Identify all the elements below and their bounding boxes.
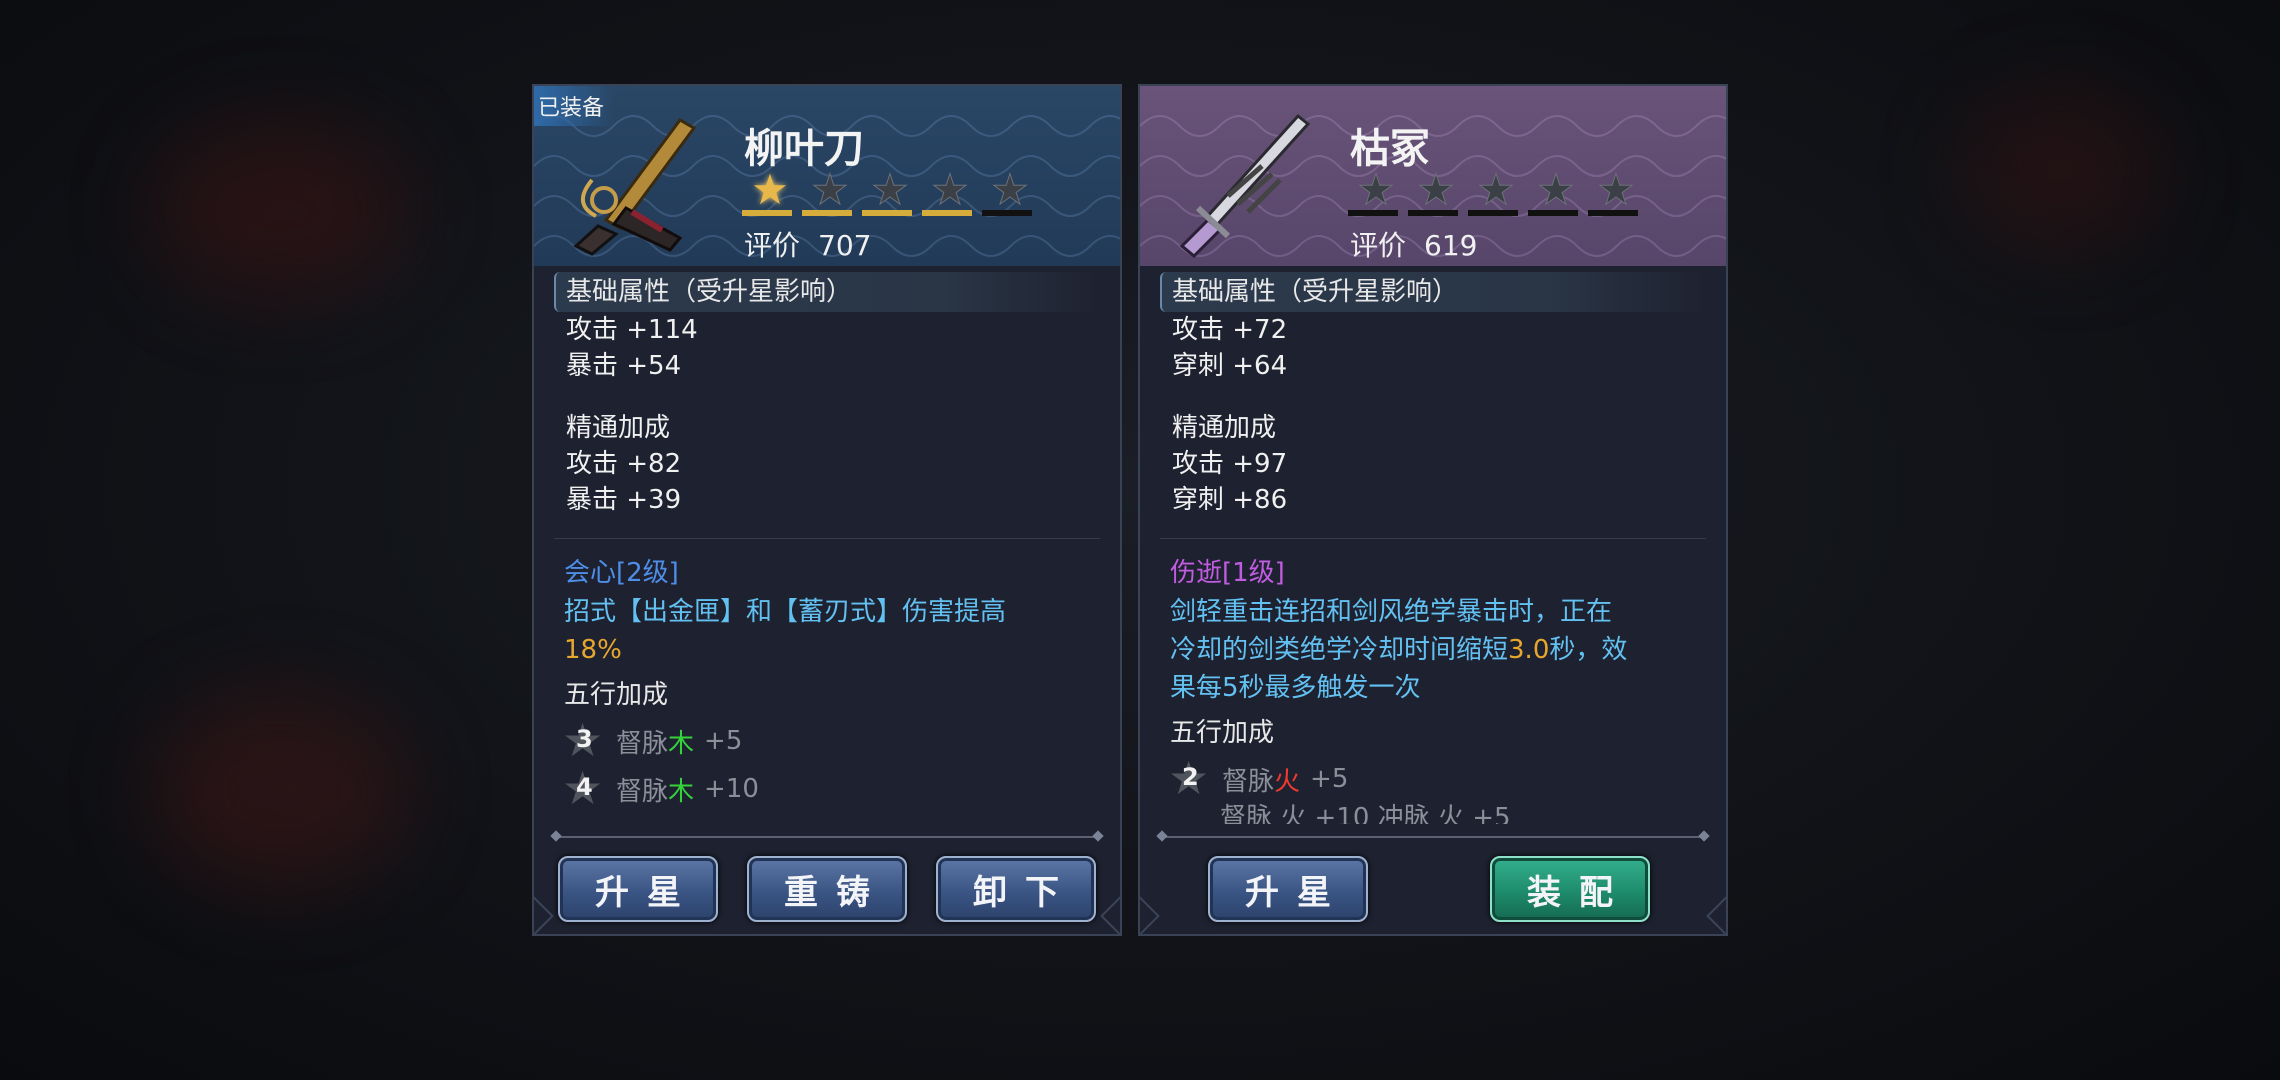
wood-element: 木: [668, 728, 695, 759]
card-body[interactable]: 基础属性（受升星影响） 攻击 +114 暴击 +54 精通加成 攻击 +82 暴…: [554, 272, 1100, 824]
skill-title: 会心[2级]: [564, 558, 679, 588]
bg-glow: [1960, 90, 2160, 250]
corner-ornament: [1140, 896, 1160, 934]
star-empty-icon: ★: [991, 165, 1030, 214]
divider: [554, 538, 1100, 539]
card-header: 枯冢 ★ ★ ★ ★ ★ 评价 619: [1140, 86, 1726, 266]
compare-weapon-card: 枯冢 ★ ★ ★ ★ ★ 评价 619 基础属性（受升星影响） 攻击 +72 穿刺…: [1138, 84, 1728, 936]
skill-highlight-value: 18%: [564, 635, 622, 665]
mastery-title: 精通加成: [566, 413, 671, 443]
scroll-indicator[interactable]: [556, 836, 1098, 838]
willow-blade-icon: [573, 118, 697, 256]
progress-segment: [1588, 210, 1638, 216]
progress-segment: [982, 210, 1032, 216]
equip-button[interactable]: 装配: [1490, 856, 1650, 922]
rating-label: 评价: [744, 229, 801, 262]
base-attributes-title: 基础属性（受升星影响）: [554, 272, 1100, 312]
mastery-stat: 暴击 +39: [566, 485, 682, 515]
bg-glow: [150, 690, 410, 890]
rating: 评价 619: [1350, 224, 1477, 264]
skill-description: 招式【出金匣】和【蓄刃式】伤害提高 18%: [564, 597, 1007, 665]
star-empty-icon: ★: [1537, 165, 1576, 214]
element-row-partial: 督脉 火 +10 冲脉 火 +5: [1220, 803, 1511, 824]
mastery-stat: 攻击 +97: [1172, 449, 1288, 479]
progress-segment: [1408, 210, 1458, 216]
star-empty-icon: ★: [931, 165, 970, 214]
mastery-stat: 攻击 +82: [566, 449, 682, 479]
progress-segment: [802, 210, 852, 216]
rating: 评价 707: [744, 224, 871, 264]
upgrade-star-button[interactable]: 升星: [558, 856, 718, 922]
base-stat: 攻击 +114: [566, 315, 698, 345]
rating-label: 评价: [1350, 229, 1407, 262]
base-attributes-title: 基础属性（受升星影响）: [1160, 272, 1706, 312]
star-rating: ★ ★ ★ ★ ★: [1348, 165, 1644, 214]
element-row: ★ 2 督脉火 +5: [1168, 751, 1349, 805]
element-row: ★ 3 督脉木 +5: [562, 713, 743, 767]
star-empty-icon: ★: [1417, 165, 1456, 214]
unequip-button[interactable]: 卸下: [936, 856, 1096, 922]
star-progress-bars: [1348, 210, 1638, 216]
base-stat: 暴击 +54: [566, 351, 682, 381]
recast-button[interactable]: 重铸: [747, 856, 907, 922]
card-body[interactable]: 基础属性（受升星影响） 攻击 +72 穿刺 +64 精通加成 攻击 +97 穿刺…: [1160, 272, 1706, 824]
progress-segment: [1348, 210, 1398, 216]
rating-value: 707: [818, 229, 872, 262]
element-star-icon: ★ 4: [562, 761, 604, 815]
star-empty-icon: ★: [1357, 165, 1396, 214]
skill-highlight-value: 3.0: [1508, 635, 1550, 665]
withered-tomb-sword-icon: [1179, 113, 1311, 258]
element-row: ★ 4 督脉木 +10: [562, 761, 759, 815]
corner-ornament: [1100, 896, 1120, 934]
card-header: 已装备 柳叶刀 ★ ★ ★ ★ ★ 评价 707: [534, 86, 1120, 266]
base-stat: 攻击 +72: [1172, 315, 1288, 345]
star-empty-icon: ★: [1477, 165, 1516, 214]
skill-description: 剑轻重击连招和剑风绝学暴击时，正在 冷却的剑类绝学冷却时间缩短3.0秒，效 果每…: [1170, 597, 1628, 703]
star-empty-icon: ★: [1597, 165, 1636, 214]
element-star-icon: ★ 2: [1168, 751, 1210, 805]
corner-ornament: [534, 896, 554, 934]
corner-ornament: [1706, 896, 1726, 934]
star-progress-bars: [742, 210, 1032, 216]
mastery-title: 精通加成: [1172, 413, 1277, 443]
element-star-icon: ★ 3: [562, 713, 604, 767]
divider: [1160, 538, 1706, 539]
five-elements-title: 五行加成: [564, 680, 669, 710]
star-filled-icon: ★: [751, 165, 789, 214]
star-rating: ★ ★ ★ ★ ★: [742, 165, 1038, 214]
fire-element: 火: [1274, 766, 1301, 797]
progress-segment: [1468, 210, 1518, 216]
scroll-indicator[interactable]: [1162, 836, 1704, 838]
progress-segment: [862, 210, 912, 216]
wood-element: 木: [668, 776, 695, 807]
skill-title: 伤逝[1级]: [1170, 558, 1285, 588]
five-elements-title: 五行加成: [1170, 718, 1275, 748]
rating-value: 619: [1424, 229, 1478, 262]
progress-segment: [922, 210, 972, 216]
star-empty-icon: ★: [871, 165, 910, 214]
equipped-weapon-card: 已装备 柳叶刀 ★ ★ ★ ★ ★ 评价 707 基础属性（受升星影响） 攻击 …: [532, 84, 1122, 936]
star-empty-icon: ★: [811, 165, 850, 214]
base-stat: 穿刺 +64: [1172, 351, 1288, 381]
upgrade-star-button[interactable]: 升星: [1208, 856, 1368, 922]
progress-segment: [742, 210, 792, 216]
progress-segment: [1528, 210, 1578, 216]
bg-glow: [150, 120, 410, 300]
mastery-stat: 穿刺 +86: [1172, 485, 1288, 515]
